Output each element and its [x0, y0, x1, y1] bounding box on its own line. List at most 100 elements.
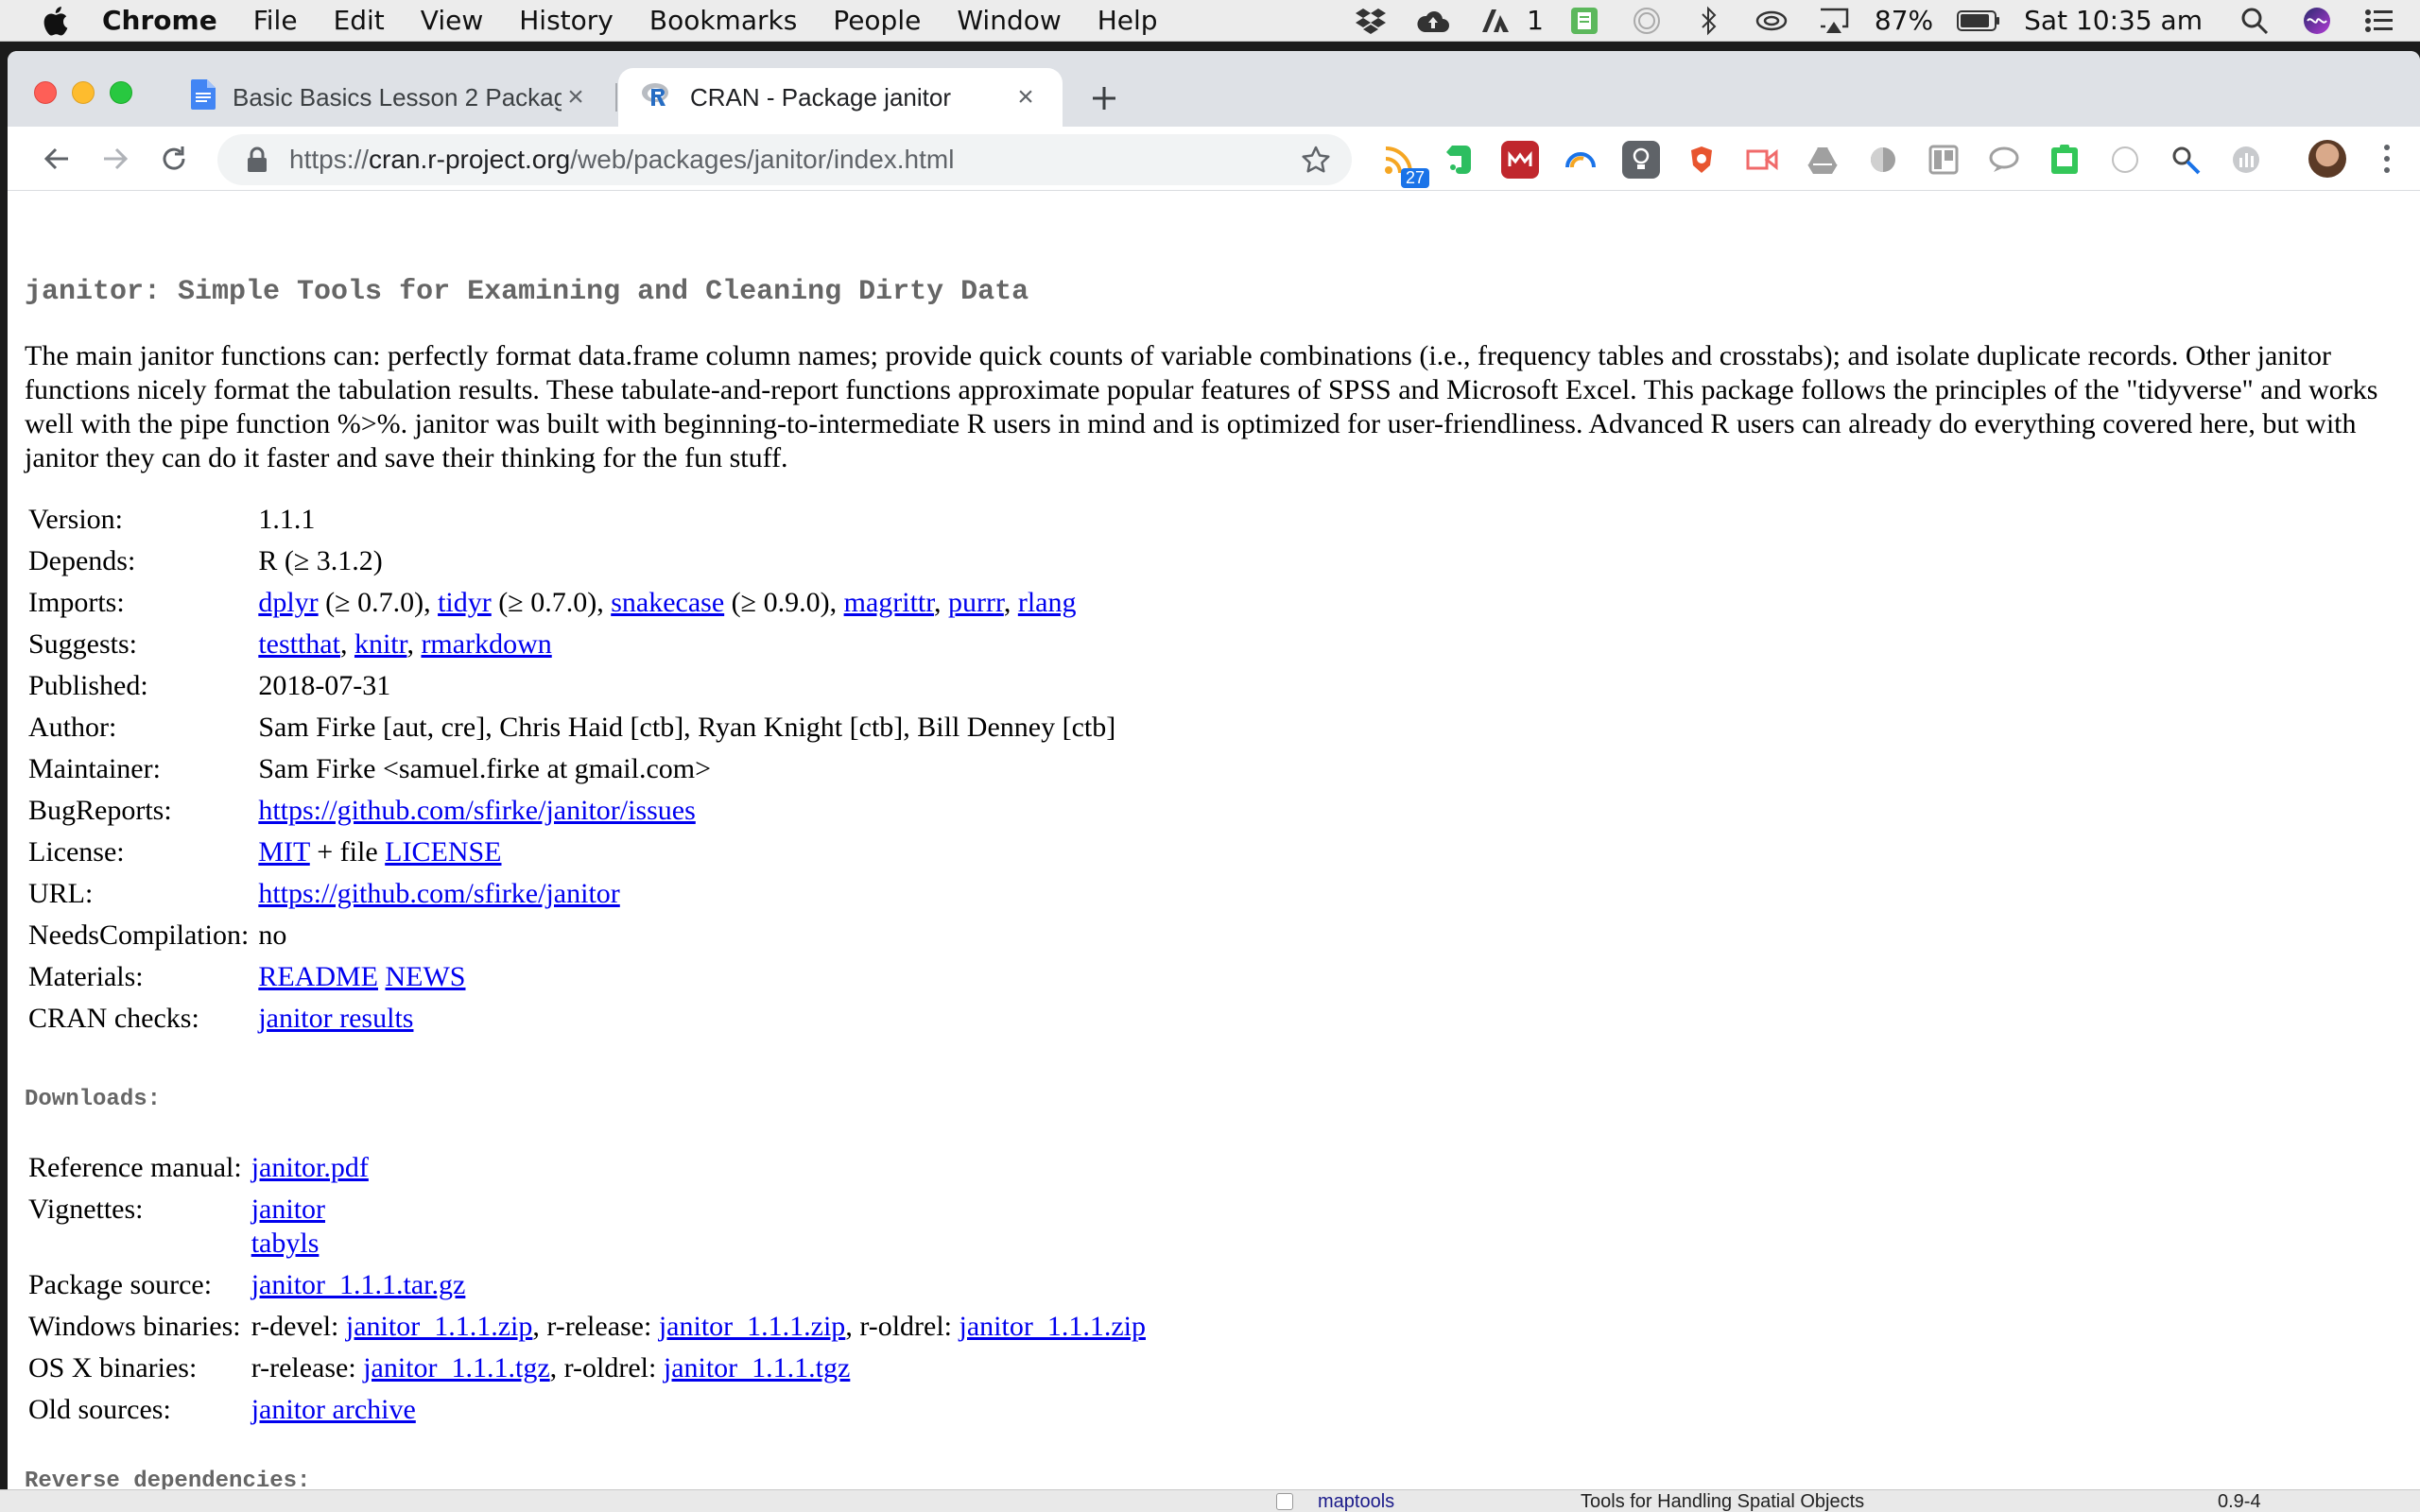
import-link-snakecase[interactable]: snakecase: [611, 587, 724, 618]
battery-icon[interactable]: [1956, 3, 2001, 39]
menu-people[interactable]: People: [833, 5, 921, 36]
green-clipboard-icon[interactable]: [2046, 141, 2083, 179]
bookmark-star-icon[interactable]: [1297, 141, 1335, 179]
reload-button[interactable]: [153, 138, 195, 180]
package-description: The main janitor functions can: perfectl…: [25, 340, 2378, 473]
chat-bubble-icon[interactable]: [1985, 141, 2023, 179]
google-drive-icon[interactable]: [1804, 141, 1841, 179]
close-window-button[interactable]: [34, 81, 57, 104]
osx-oldrel-prefix: , r-oldrel:: [549, 1352, 664, 1383]
menu-view[interactable]: View: [421, 5, 483, 36]
news-link[interactable]: NEWS: [385, 961, 465, 992]
menu-bookmarks[interactable]: Bookmarks: [649, 5, 797, 36]
cloud-upload-icon[interactable]: [1415, 3, 1451, 39]
license-label: License:: [28, 836, 125, 868]
table-row: License: MIT + file LICENSE: [28, 832, 1115, 873]
win-devel-prefix: r-devel:: [251, 1311, 346, 1342]
profile-avatar[interactable]: [2308, 140, 2346, 178]
menu-edit[interactable]: Edit: [334, 5, 385, 36]
zoom-window-button[interactable]: [110, 81, 132, 104]
new-tab-button[interactable]: [1085, 79, 1123, 117]
lock-icon[interactable]: [238, 141, 276, 179]
bluetooth-icon[interactable]: [1691, 3, 1727, 39]
brave-shield-icon[interactable]: [1683, 141, 1720, 179]
menu-app-name[interactable]: Chrome: [102, 5, 217, 36]
refman-link[interactable]: janitor.pdf: [251, 1152, 369, 1183]
spotlight-search-icon[interactable]: [2237, 3, 2273, 39]
bugreports-value: https://github.com/sfirke/janitor/issues: [258, 790, 1115, 832]
rss-feed-icon[interactable]: 27: [1380, 141, 1429, 188]
menu-history[interactable]: History: [519, 5, 614, 36]
close-tab-icon[interactable]: ×: [562, 81, 590, 112]
board-layout-icon[interactable]: [1925, 141, 1962, 179]
osx-release-link[interactable]: janitor_1.1.1.tgz: [363, 1352, 549, 1383]
import-link-dplyr[interactable]: dplyr: [258, 587, 318, 618]
lightbulb-icon[interactable]: [1622, 141, 1660, 179]
suggest-link-knitr[interactable]: knitr: [354, 628, 406, 660]
suggest-separator: ,: [339, 628, 354, 660]
rainbow-arc-icon[interactable]: [1562, 141, 1599, 179]
green-app-icon[interactable]: [1566, 3, 1602, 39]
tab-title: Basic Basics Lesson 2 Package: [233, 82, 562, 112]
github-link[interactable]: https://github.com/sfirke/janitor: [258, 878, 619, 909]
source-link[interactable]: janitor_1.1.1.tar.gz: [251, 1269, 466, 1300]
license-mit-link[interactable]: MIT: [258, 836, 309, 868]
address-bar[interactable]: https://cran.r-project.org/web/packages/…: [217, 134, 1352, 185]
dropbox-icon[interactable]: [1353, 3, 1389, 39]
win-release-link[interactable]: janitor_1.1.1.zip: [659, 1311, 845, 1342]
grey-circle-icon[interactable]: [1864, 141, 1902, 179]
satellite-icon[interactable]: [2167, 141, 2204, 179]
menu-help[interactable]: Help: [1098, 5, 1158, 36]
evernote-icon[interactable]: [1441, 141, 1478, 179]
empty-circle-icon[interactable]: [2106, 141, 2144, 179]
import-link-tidyr[interactable]: tidyr: [438, 587, 492, 618]
cran-checks-value: janitor results: [258, 998, 1115, 1040]
vignette-link-janitor[interactable]: janitor: [251, 1194, 325, 1225]
windows-binaries-value: r-devel: janitor_1.1.1.zip, r-release: j…: [251, 1306, 1146, 1348]
table-row: Imports: dplyr (≥ 0.7.0), tidyr (≥ 0.7.0…: [28, 582, 1115, 624]
bugreports-link[interactable]: https://github.com/sfirke/janitor/issues: [258, 795, 695, 826]
notification-center-icon[interactable]: [2361, 3, 2397, 39]
screencast-icon[interactable]: [1743, 141, 1781, 179]
stats-icon[interactable]: [2227, 141, 2265, 179]
table-row: Reference manual: janitor.pdf: [28, 1147, 1146, 1189]
win-oldrel-link[interactable]: janitor_1.1.1.zip: [959, 1311, 1146, 1342]
menu-window[interactable]: Window: [957, 5, 1061, 36]
import-link-purrr[interactable]: purrr: [948, 587, 1004, 618]
materials-value: README NEWS: [258, 956, 1115, 998]
airplay-icon[interactable]: [1816, 3, 1852, 39]
sync-spinner-icon[interactable]: [1629, 3, 1665, 39]
import-link-magrittr[interactable]: magrittr: [844, 587, 934, 618]
forward-button[interactable]: [95, 138, 136, 180]
siri-icon[interactable]: [2299, 3, 2335, 39]
cran-checks-link[interactable]: janitor results: [258, 1003, 413, 1034]
archive-link[interactable]: janitor archive: [251, 1394, 416, 1425]
background-package-name[interactable]: maptools: [1318, 1490, 1394, 1512]
table-row: Published: 2018-07-31: [28, 665, 1115, 707]
close-tab-icon[interactable]: ×: [1011, 81, 1040, 112]
mendeley-icon[interactable]: [1501, 141, 1539, 179]
tab-google-doc[interactable]: Basic Basics Lesson 2 Package ×: [168, 68, 613, 127]
suggest-link-rmarkdown[interactable]: rmarkdown: [421, 628, 551, 660]
tab-cran-janitor[interactable]: CRAN - Package janitor ×: [618, 68, 1063, 127]
license-file-link[interactable]: LICENSE: [385, 836, 501, 868]
back-button[interactable]: [36, 138, 78, 180]
win-devel-link[interactable]: janitor_1.1.1.zip: [346, 1311, 532, 1342]
row-checkbox[interactable]: [1276, 1493, 1293, 1510]
vignette-link-tabyls[interactable]: tabyls: [251, 1228, 320, 1259]
source-value: janitor_1.1.1.tar.gz: [251, 1264, 1146, 1306]
menu-file[interactable]: File: [253, 5, 298, 36]
minimize-window-button[interactable]: [72, 81, 95, 104]
clock[interactable]: Sat 10:35 am: [2024, 5, 2203, 36]
apple-menu-icon[interactable]: [36, 2, 74, 40]
suggest-link-testthat[interactable]: testthat: [258, 628, 340, 660]
readme-link[interactable]: README: [258, 961, 378, 992]
table-row: NeedsCompilation: no: [28, 915, 1115, 956]
chrome-menu-icon[interactable]: [2373, 138, 2401, 180]
import-link-rlang[interactable]: rlang: [1018, 587, 1077, 618]
vignettes-label: Vignettes:: [28, 1194, 144, 1225]
osx-oldrel-link[interactable]: janitor_1.1.1.tgz: [664, 1352, 850, 1383]
table-row: OS X binaries: r-release: janitor_1.1.1.…: [28, 1348, 1146, 1389]
vpn-icon[interactable]: [1754, 3, 1789, 39]
adobe-creative-cloud-icon[interactable]: [1478, 3, 1513, 39]
